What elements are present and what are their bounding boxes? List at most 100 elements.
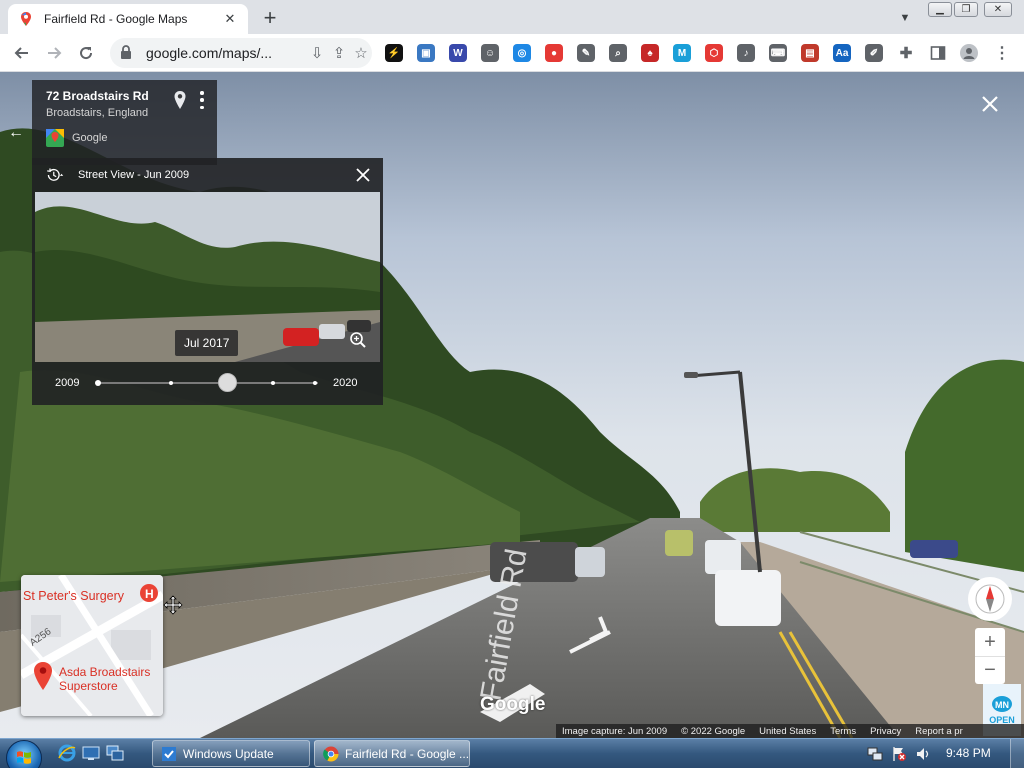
preview-date-tooltip: Jul 2017	[175, 330, 239, 356]
taskbar-windows-update[interactable]: Windows Update	[152, 740, 310, 767]
map-footer: Image capture: Jun 2009 © 2022 Google Un…	[556, 724, 1024, 738]
address-bar[interactable]: google.com/maps/... ⇩ ⇪ ☆	[110, 38, 372, 68]
tab-title: Fairfield Rd - Google Maps	[44, 12, 188, 26]
side-panel-icon[interactable]	[929, 44, 947, 62]
privacy-link[interactable]: Privacy	[870, 726, 901, 737]
move-cursor-icon	[163, 595, 183, 615]
reload-icon	[80, 47, 93, 60]
zoom-out-button[interactable]: −	[975, 656, 1005, 684]
slider-start-year: 2009	[55, 377, 80, 389]
zoom-controls: + −	[975, 628, 1005, 684]
slider-stop[interactable]	[313, 381, 317, 385]
history-clock-icon[interactable]	[46, 166, 64, 184]
slider-stop[interactable]	[95, 380, 101, 386]
zoom-preview-icon[interactable]	[347, 329, 369, 351]
year-slider[interactable]: 2009 2020	[32, 366, 383, 400]
slider-track[interactable]	[96, 382, 318, 384]
install-app-icon[interactable]: ⇩	[306, 42, 328, 64]
window-close-button[interactable]: ✕	[984, 2, 1012, 17]
ext-13-icon[interactable]: ⌨	[769, 44, 787, 62]
ext-7-icon[interactable]: ✎	[577, 44, 595, 62]
browser-toolbar: google.com/maps/... ⇩ ⇪ ☆ ⚡ ▣ W ☺ ◎ ● ✎ ⌕ ♠ M ⬡ ♪ ⌨ ▤…	[0, 34, 1024, 72]
map-label-asda-line2: Superstore	[59, 679, 118, 693]
region-link[interactable]: United States	[759, 726, 816, 737]
place-source-row: Google	[46, 129, 203, 147]
minimize-button[interactable]: ▁	[928, 2, 952, 17]
timeline-title: Street View - Jun 2009	[78, 169, 190, 181]
image-capture-date: Image capture: Jun 2009	[562, 725, 668, 737]
street-view-timeline-panel: Street View - Jun 2009 Jul 2017 2009 202…	[32, 158, 383, 405]
ext-5-icon[interactable]: ◎	[513, 44, 531, 62]
slider-stop[interactable]	[271, 381, 275, 385]
browser-tab-strip: Fairfield Rd - Google Maps ✕ + ▼ ▁ ❐ ✕	[0, 0, 1024, 34]
mn-logo-icon: MN	[992, 696, 1012, 712]
map-label-asda: Asda Broadstairs Superstore	[59, 665, 150, 693]
compass-button[interactable]	[968, 577, 1012, 621]
ext-4-icon[interactable]: ☺	[481, 44, 499, 62]
zoom-in-button[interactable]: +	[975, 628, 1005, 656]
street-view-panorama[interactable]: Fairfield Rd ← 72 Broadstairs Rd Broadst…	[0, 72, 1024, 738]
ext-14-icon[interactable]: ▤	[801, 44, 819, 62]
close-street-view-icon[interactable]	[978, 92, 1002, 116]
system-clock[interactable]: 9:48 PM	[946, 746, 991, 760]
back-arrow-icon	[14, 47, 28, 59]
slider-stop[interactable]	[169, 381, 173, 385]
google-watermark: Google	[480, 694, 546, 715]
show-desktop-quicklaunch-icon[interactable]	[82, 744, 100, 762]
browser-menu-icon[interactable]: ⋮	[993, 44, 1011, 62]
lock-icon	[120, 45, 134, 61]
show-desktop-button[interactable]	[1010, 739, 1024, 768]
timeline-header: Street View - Jun 2009	[32, 158, 383, 192]
map-marker-icon[interactable]	[32, 661, 54, 691]
tab-close-icon[interactable]: ✕	[222, 11, 238, 27]
taskbar-windows-update-label: Windows Update	[183, 746, 274, 761]
svg-text:H: H	[145, 587, 154, 601]
url-text[interactable]: google.com/maps/...	[146, 45, 306, 61]
internet-explorer-icon[interactable]	[58, 744, 76, 762]
back-button[interactable]	[10, 41, 34, 65]
copyright-text: © 2022 Google	[681, 725, 746, 737]
reload-button[interactable]	[74, 41, 98, 65]
ext-16-icon[interactable]: ✐	[865, 44, 883, 62]
more-options-icon[interactable]	[197, 91, 207, 109]
ext-8-icon[interactable]: ⌕	[609, 44, 627, 62]
ext-1-icon[interactable]: ⚡	[385, 44, 403, 62]
ext-10-icon[interactable]: M	[673, 44, 691, 62]
svg-text:MN: MN	[995, 700, 1009, 710]
taskbar-chrome-label: Fairfield Rd - Google ...	[345, 746, 470, 761]
volume-tray-icon[interactable]	[915, 746, 931, 762]
timeline-close-icon[interactable]	[353, 165, 373, 185]
new-tab-button[interactable]: +	[258, 6, 282, 30]
network-tray-icon[interactable]	[867, 746, 883, 762]
switch-windows-icon[interactable]	[106, 744, 124, 762]
taskbar-chrome-window[interactable]: Fairfield Rd - Google ...	[314, 740, 470, 767]
slider-thumb[interactable]	[218, 373, 237, 392]
mini-map[interactable]: H St Peter's Surgery A256 Asda Broadstai…	[21, 575, 163, 716]
ext-6-icon[interactable]: ●	[545, 44, 563, 62]
location-pin-icon[interactable]	[173, 90, 187, 110]
map-label-asda-line1: Asda Broadstairs	[59, 665, 151, 679]
flag-tray-icon[interactable]	[891, 746, 907, 762]
forward-button[interactable]	[42, 41, 66, 65]
share-icon[interactable]: ⇪	[328, 42, 350, 64]
report-problem-link[interactable]: Report a pr	[915, 726, 963, 737]
google-maps-icon	[18, 11, 34, 27]
extensions-puzzle-icon[interactable]: ✚	[897, 44, 915, 62]
restore-button[interactable]: ❐	[954, 2, 978, 17]
windows-start-button[interactable]	[6, 740, 42, 768]
exit-street-view-arrow-icon[interactable]: ←	[8, 124, 24, 142]
ext-3-icon[interactable]: W	[449, 44, 467, 62]
ext-11-icon[interactable]: ⬡	[705, 44, 723, 62]
place-info-card: 72 Broadstairs Rd Broadstairs, England G…	[32, 80, 217, 165]
google-maps-logo-icon	[46, 129, 64, 147]
tab-search-chevron-icon[interactable]: ▼	[895, 8, 915, 28]
ext-9-icon[interactable]: ♠	[641, 44, 659, 62]
ext-15-icon[interactable]: Aa	[833, 44, 851, 62]
ext-12-icon[interactable]: ♪	[737, 44, 755, 62]
ext-2-icon[interactable]: ▣	[417, 44, 435, 62]
profile-avatar[interactable]	[960, 44, 978, 62]
terms-link[interactable]: Terms	[830, 726, 856, 737]
bookmark-star-icon[interactable]: ☆	[350, 42, 372, 64]
forward-arrow-icon	[48, 47, 62, 59]
tab-google-maps[interactable]: Fairfield Rd - Google Maps ✕	[8, 4, 248, 34]
